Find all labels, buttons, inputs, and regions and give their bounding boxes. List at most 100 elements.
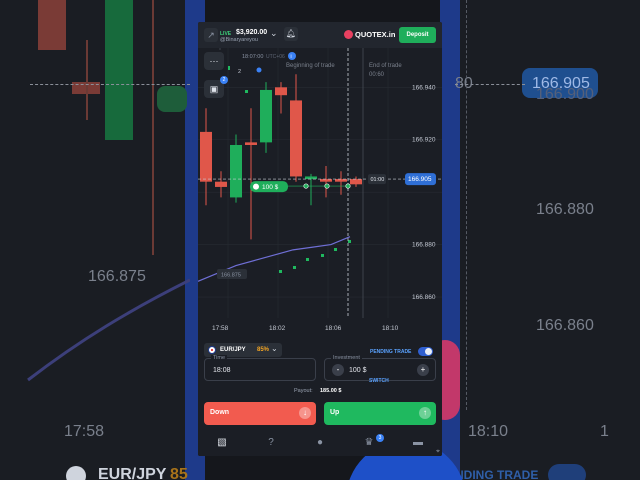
increase-investment-button[interactable]: + [417,364,429,376]
beginning-of-trade-label: Beginning of trade [286,63,335,69]
header-bar: ↗ LIVE $3,920.00 @Binaryareyou ⌄ 🔔︎ QUOT… [198,22,442,48]
bg-time-far-right: 1 [600,423,609,440]
arrow-down-icon: ↓ [299,407,311,419]
trade-timer: 01:00 [371,177,385,183]
bell-icon: 🔔︎ [285,29,297,38]
trade-point [324,183,330,189]
pin-icon: ⌖ [436,448,440,455]
info-icon-glyph: i [291,54,292,60]
bg-indicator-line [27,278,190,382]
candle-body [260,89,272,143]
time-axis-label: 18:06 [325,325,342,332]
payout-label: Payout: [294,388,313,394]
bg-price-right-2: 166.860 [536,317,594,334]
candle-body [245,142,257,145]
candle-body [230,144,242,198]
price-axis-label: 166.920 [412,137,436,144]
signal-marker [279,270,282,273]
asset-name: EUR/JPY [220,347,246,353]
bg-time-right: 18:10 [468,423,509,440]
bg-price-right-1: 166.880 [536,201,594,218]
amount-tag-label: 100 $ [262,184,279,191]
bg-dashed-line-right [455,84,525,85]
chart-time-label: 18:07:00 [242,54,263,60]
signal-marker [348,240,351,243]
price-chart[interactable]: 166.940 166.920 166.880 166.860 17:58 18:02 18… [198,48,442,338]
time-field[interactable]: Time 18:08 [204,355,316,381]
signal-marker [228,66,230,70]
chart-icon[interactable]: ▧ [216,437,228,449]
more-menu-button[interactable]: ⋯ [204,52,224,70]
username: @Binaryareyou [220,37,258,43]
utc-label: UTC+06 [266,54,285,60]
bg-toggle [548,464,586,480]
asset-payout-percent: 85% [257,347,270,353]
help-icon[interactable]: ? [265,437,277,449]
trade-point [303,183,309,189]
candle-body [320,179,332,182]
indicator-value: 166.875 [221,273,241,279]
account-switch-button[interactable]: ↗ [204,28,218,42]
signal-marker [245,90,248,93]
more-dots-icon: ⋯ [209,56,219,66]
info-icon [288,52,296,60]
candle-body [305,176,317,180]
pending-trade-label: PENDING TRADE [370,349,412,355]
signal-marker [334,248,337,251]
up-label: Up [330,409,340,416]
bg-dashed-vertical [466,0,467,410]
price-axis-label: 166.880 [412,242,436,249]
end-of-trade-time: 00:60 [369,72,385,78]
chevron-down-icon: ⌄ [271,344,278,353]
payout-value: 185.00 $ [320,388,342,394]
down-label: Down [210,409,230,416]
brand-name: QUOTEX.in [355,30,396,39]
signal-marker [306,258,309,261]
pending-trade-toggle[interactable] [418,347,433,356]
arrow-up-icon: ↑ [419,407,431,419]
bottom-nav: ▧ ? ● ♛ 3 ▬ ⌖ [198,430,442,456]
user-icon[interactable]: ● [314,437,326,449]
investment-value: 100 $ [349,367,367,374]
investment-label: Investment [331,355,362,361]
counter-badge: 2 [220,76,228,84]
counter-label: 2 [238,69,241,75]
candle-body [335,179,347,182]
briefcase-icon: ▣ [209,84,219,94]
bg-pending-label: NDING TRADE [455,468,539,480]
candle-body [275,87,287,96]
deposit-button[interactable]: Deposit [399,27,436,43]
time-label: Time [211,355,228,361]
decrease-investment-button[interactable]: - [332,364,344,376]
account-balance[interactable]: $3,920.00 [236,29,267,36]
time-axis-label: 18:10 [382,325,399,332]
switch-button[interactable]: SWITCH [369,378,389,384]
chat-icon[interactable]: ▬ [412,437,424,449]
trophy-icon[interactable]: ♛ [363,437,375,449]
time-axis-label: 17:58 [212,325,229,332]
price-axis-label: 166.940 [412,84,436,91]
signal-marker [321,254,324,257]
signal-marker [293,266,296,269]
end-of-trade-label: End of trade [369,63,402,69]
candle-body [200,131,212,182]
nav-badge: 3 [376,434,384,442]
current-price: 166.905 [408,176,432,183]
eye-icon [256,67,262,73]
price-axis-label: 166.860 [412,294,436,301]
candle-body [290,100,302,177]
trade-point [345,183,351,189]
candle-body [215,181,227,187]
up-button[interactable]: Up ↑ [324,402,436,425]
trend-icon: ↗ [207,30,215,40]
bg-price-upper: 166.900 [536,86,594,103]
brand-logo-icon [344,30,353,39]
time-axis-label: 18:02 [269,325,286,332]
down-button[interactable]: Down ↓ [204,402,316,425]
amount-tag-icon [253,183,259,190]
jpy-flag-icon [208,346,216,354]
chevron-down-icon[interactable]: ⌄ [270,28,278,39]
notification-button[interactable]: 🔔︎ [284,27,298,41]
candle-body [350,179,362,185]
phone-screen: ↗ LIVE $3,920.00 @Binaryareyou ⌄ 🔔︎ QUOT… [198,22,442,456]
